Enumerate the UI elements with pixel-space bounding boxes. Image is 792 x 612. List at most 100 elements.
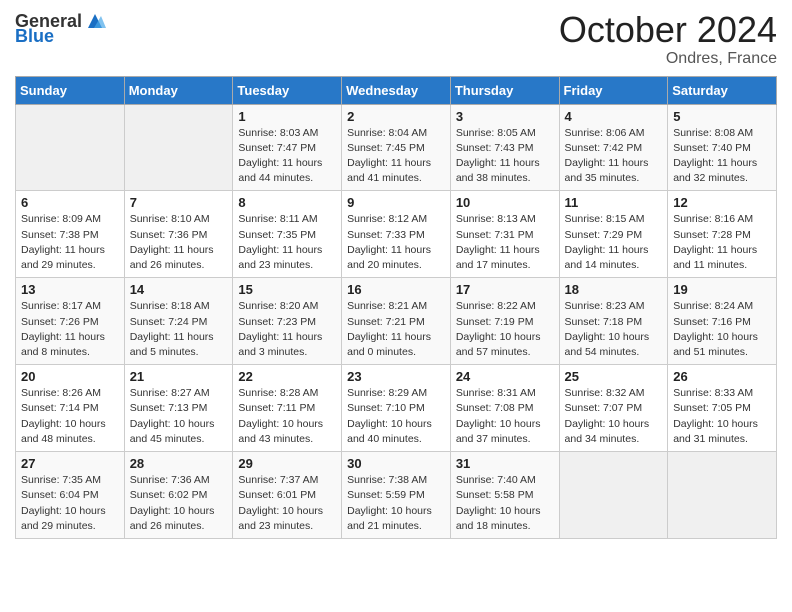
day-number: 4 bbox=[565, 109, 663, 124]
cell-info: Sunrise: 7:40 AM Sunset: 5:58 PM Dayligh… bbox=[456, 473, 554, 534]
location-title: Ondres, France bbox=[559, 50, 777, 68]
cell-info: Sunrise: 8:22 AM Sunset: 7:19 PM Dayligh… bbox=[456, 299, 554, 360]
calendar-cell: 30 Sunrise: 7:38 AM Sunset: 5:59 PM Dayli… bbox=[342, 452, 451, 539]
day-number: 7 bbox=[130, 195, 228, 210]
day-number: 1 bbox=[238, 109, 336, 124]
col-header-wednesday: Wednesday bbox=[342, 76, 451, 104]
day-number: 25 bbox=[565, 369, 663, 384]
col-header-friday: Friday bbox=[559, 76, 668, 104]
day-number: 27 bbox=[21, 456, 119, 471]
calendar-cell: 11Sunrise: 8:15 AM Sunset: 7:29 PM Dayli… bbox=[559, 191, 668, 278]
logo: General Blue bbox=[15, 10, 106, 47]
day-number: 10 bbox=[456, 195, 554, 210]
col-header-sunday: Sunday bbox=[16, 76, 125, 104]
cell-info: Sunrise: 8:03 AM Sunset: 7:47 PM Dayligh… bbox=[238, 126, 336, 187]
day-number: 6 bbox=[21, 195, 119, 210]
cell-info: Sunrise: 8:21 AM Sunset: 7:21 PM Dayligh… bbox=[347, 299, 445, 360]
col-header-monday: Monday bbox=[124, 76, 233, 104]
week-row-3: 13 Sunrise: 8:17 AM Sunset: 7:26 PM Dayli… bbox=[16, 278, 777, 365]
week-row-2: 6 Sunrise: 8:09 AM Sunset: 7:38 PM Daylig… bbox=[16, 191, 777, 278]
calendar-cell: 26Sunrise: 8:33 AM Sunset: 7:05 PM Dayli… bbox=[668, 365, 777, 452]
cell-info: Sunrise: 8:29 AM Sunset: 7:10 PM Dayligh… bbox=[347, 386, 445, 447]
cell-info: Sunrise: 8:11 AM Sunset: 7:35 PM Dayligh… bbox=[238, 212, 336, 273]
calendar-cell: 20 Sunrise: 8:26 AM Sunset: 7:14 PM Dayli… bbox=[16, 365, 125, 452]
week-row-4: 20 Sunrise: 8:26 AM Sunset: 7:14 PM Dayli… bbox=[16, 365, 777, 452]
day-number: 13 bbox=[21, 282, 119, 297]
day-number: 15 bbox=[238, 282, 336, 297]
cell-info: Sunrise: 8:31 AM Sunset: 7:08 PM Dayligh… bbox=[456, 386, 554, 447]
calendar-cell: 19 Sunrise: 8:24 AM Sunset: 7:16 PM Dayli… bbox=[668, 278, 777, 365]
calendar-cell bbox=[559, 452, 668, 539]
cell-info: Sunrise: 8:26 AM Sunset: 7:14 PM Dayligh… bbox=[21, 386, 119, 447]
cell-info: Sunrise: 8:23 AM Sunset: 7:18 PM Dayligh… bbox=[565, 299, 663, 360]
calendar-cell: 23 Sunrise: 8:29 AM Sunset: 7:10 PM Dayli… bbox=[342, 365, 451, 452]
cell-info: Sunrise: 8:32 AM Sunset: 7:07 PM Dayligh… bbox=[565, 386, 663, 447]
day-number: 31 bbox=[456, 456, 554, 471]
day-number: 28 bbox=[130, 456, 228, 471]
day-number: 16 bbox=[347, 282, 445, 297]
calendar-cell bbox=[124, 104, 233, 191]
cell-info: Sunrise: 8:27 AM Sunset: 7:13 PM Dayligh… bbox=[130, 386, 228, 447]
calendar-cell: 27 Sunrise: 7:35 AM Sunset: 6:04 PM Dayli… bbox=[16, 452, 125, 539]
week-row-1: 1 Sunrise: 8:03 AM Sunset: 7:47 PM Daylig… bbox=[16, 104, 777, 191]
day-number: 24 bbox=[456, 369, 554, 384]
day-number: 18 bbox=[565, 282, 663, 297]
cell-info: Sunrise: 7:36 AM Sunset: 6:02 PM Dayligh… bbox=[130, 473, 228, 534]
cell-info: Sunrise: 8:06 AM Sunset: 7:42 PM Dayligh… bbox=[565, 126, 663, 187]
calendar-cell: 25 Sunrise: 8:32 AM Sunset: 7:07 PM Dayli… bbox=[559, 365, 668, 452]
month-title: October 2024 bbox=[559, 10, 777, 50]
cell-info: Sunrise: 7:37 AM Sunset: 6:01 PM Dayligh… bbox=[238, 473, 336, 534]
calendar-table: SundayMondayTuesdayWednesdayThursdayFrid… bbox=[15, 76, 777, 539]
calendar-cell: 21Sunrise: 8:27 AM Sunset: 7:13 PM Dayli… bbox=[124, 365, 233, 452]
cell-info: Sunrise: 8:12 AM Sunset: 7:33 PM Dayligh… bbox=[347, 212, 445, 273]
header-row: SundayMondayTuesdayWednesdayThursdayFrid… bbox=[16, 76, 777, 104]
calendar-cell: 13 Sunrise: 8:17 AM Sunset: 7:26 PM Dayli… bbox=[16, 278, 125, 365]
calendar-cell: 6 Sunrise: 8:09 AM Sunset: 7:38 PM Daylig… bbox=[16, 191, 125, 278]
calendar-cell: 12 Sunrise: 8:16 AM Sunset: 7:28 PM Dayli… bbox=[668, 191, 777, 278]
calendar-cell: 9 Sunrise: 8:12 AM Sunset: 7:33 PM Daylig… bbox=[342, 191, 451, 278]
day-number: 19 bbox=[673, 282, 771, 297]
day-number: 30 bbox=[347, 456, 445, 471]
logo-icon bbox=[84, 10, 106, 32]
col-header-thursday: Thursday bbox=[450, 76, 559, 104]
col-header-saturday: Saturday bbox=[668, 76, 777, 104]
title-block: October 2024 Ondres, France bbox=[559, 10, 777, 68]
calendar-cell: 8Sunrise: 8:11 AM Sunset: 7:35 PM Daylig… bbox=[233, 191, 342, 278]
calendar-cell: 22 Sunrise: 8:28 AM Sunset: 7:11 PM Dayli… bbox=[233, 365, 342, 452]
day-number: 3 bbox=[456, 109, 554, 124]
day-number: 17 bbox=[456, 282, 554, 297]
day-number: 26 bbox=[673, 369, 771, 384]
day-number: 14 bbox=[130, 282, 228, 297]
calendar-cell: 28 Sunrise: 7:36 AM Sunset: 6:02 PM Dayli… bbox=[124, 452, 233, 539]
cell-info: Sunrise: 8:28 AM Sunset: 7:11 PM Dayligh… bbox=[238, 386, 336, 447]
day-number: 12 bbox=[673, 195, 771, 210]
cell-info: Sunrise: 7:35 AM Sunset: 6:04 PM Dayligh… bbox=[21, 473, 119, 534]
day-number: 9 bbox=[347, 195, 445, 210]
cell-info: Sunrise: 8:08 AM Sunset: 7:40 PM Dayligh… bbox=[673, 126, 771, 187]
calendar-cell: 31 Sunrise: 7:40 AM Sunset: 5:58 PM Dayli… bbox=[450, 452, 559, 539]
day-number: 11 bbox=[565, 195, 663, 210]
calendar-cell: 14 Sunrise: 8:18 AM Sunset: 7:24 PM Dayli… bbox=[124, 278, 233, 365]
cell-info: Sunrise: 8:18 AM Sunset: 7:24 PM Dayligh… bbox=[130, 299, 228, 360]
calendar-cell: 16 Sunrise: 8:21 AM Sunset: 7:21 PM Dayli… bbox=[342, 278, 451, 365]
logo-blue: Blue bbox=[15, 26, 54, 47]
cell-info: Sunrise: 8:09 AM Sunset: 7:38 PM Dayligh… bbox=[21, 212, 119, 273]
cell-info: Sunrise: 8:17 AM Sunset: 7:26 PM Dayligh… bbox=[21, 299, 119, 360]
day-number: 2 bbox=[347, 109, 445, 124]
cell-info: Sunrise: 8:24 AM Sunset: 7:16 PM Dayligh… bbox=[673, 299, 771, 360]
col-header-tuesday: Tuesday bbox=[233, 76, 342, 104]
day-number: 20 bbox=[21, 369, 119, 384]
day-number: 23 bbox=[347, 369, 445, 384]
cell-info: Sunrise: 8:16 AM Sunset: 7:28 PM Dayligh… bbox=[673, 212, 771, 273]
calendar-cell: 7Sunrise: 8:10 AM Sunset: 7:36 PM Daylig… bbox=[124, 191, 233, 278]
day-number: 22 bbox=[238, 369, 336, 384]
week-row-5: 27 Sunrise: 7:35 AM Sunset: 6:04 PM Dayli… bbox=[16, 452, 777, 539]
calendar-cell: 5 Sunrise: 8:08 AM Sunset: 7:40 PM Daylig… bbox=[668, 104, 777, 191]
calendar-cell: 2Sunrise: 8:04 AM Sunset: 7:45 PM Daylig… bbox=[342, 104, 451, 191]
calendar-cell: 24 Sunrise: 8:31 AM Sunset: 7:08 PM Dayli… bbox=[450, 365, 559, 452]
calendar-cell: 10Sunrise: 8:13 AM Sunset: 7:31 PM Dayli… bbox=[450, 191, 559, 278]
calendar-cell bbox=[16, 104, 125, 191]
cell-info: Sunrise: 7:38 AM Sunset: 5:59 PM Dayligh… bbox=[347, 473, 445, 534]
calendar-cell: 17 Sunrise: 8:22 AM Sunset: 7:19 PM Dayli… bbox=[450, 278, 559, 365]
day-number: 5 bbox=[673, 109, 771, 124]
